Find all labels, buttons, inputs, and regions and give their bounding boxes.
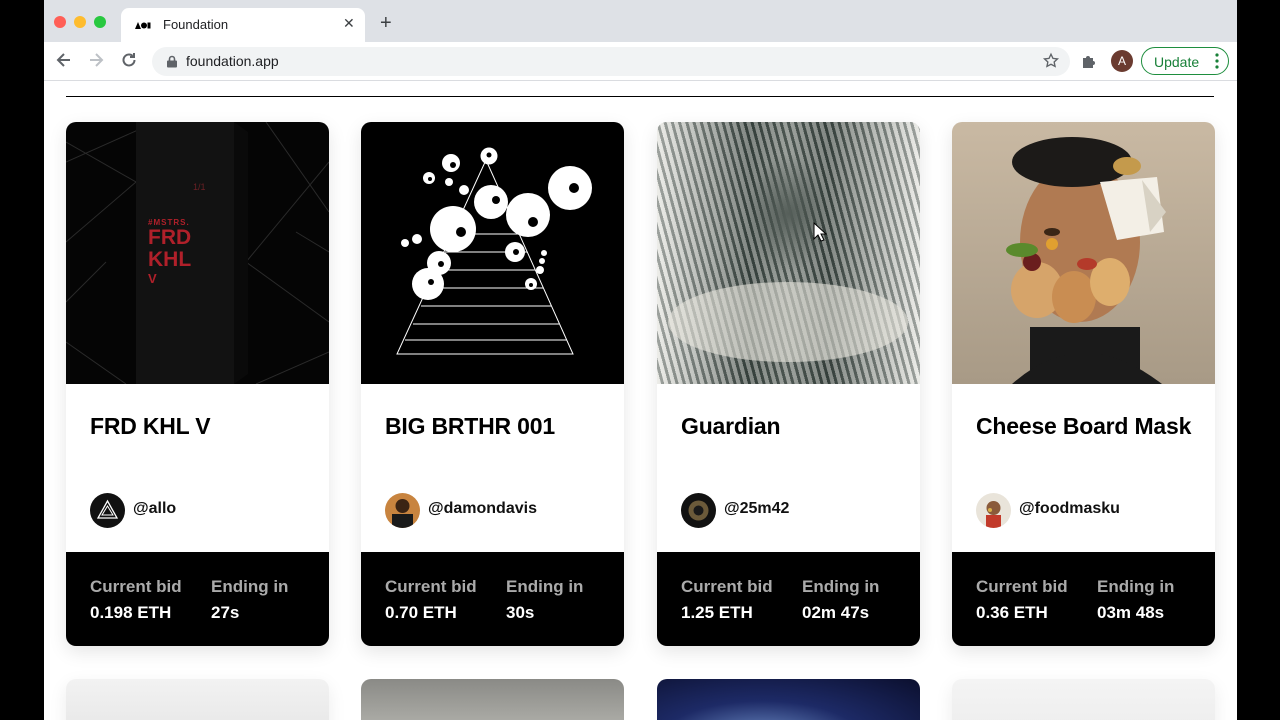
current-bid-label: Current bid [681, 577, 773, 596]
artwork-image [361, 122, 624, 384]
profile-avatar[interactable]: A [1111, 50, 1133, 72]
creator-handle[interactable]: @allo [133, 500, 176, 518]
auction-info: Current bid 0.36 ETH Ending in 03m 48s [952, 552, 1215, 646]
reload-icon[interactable] [119, 50, 139, 70]
artwork-title[interactable]: BIG BRTHR 001 [385, 411, 605, 441]
current-bid-label: Current bid [90, 577, 182, 596]
creator-handle[interactable]: @damondavis [428, 500, 537, 518]
update-label: Update [1154, 54, 1200, 70]
artwork-card-next[interactable] [952, 679, 1215, 720]
current-bid-value: 0.198 ETH [90, 603, 172, 622]
avatar[interactable] [976, 493, 1011, 528]
current-bid-value: 1.25 ETH [681, 603, 753, 622]
update-button[interactable]: Update [1141, 47, 1229, 75]
artwork-card-next[interactable] [361, 679, 624, 720]
ending-in-label: Ending in [211, 577, 289, 596]
creator-handle[interactable]: @foodmasku [1019, 500, 1120, 518]
current-bid-label: Current bid [976, 577, 1068, 596]
minimize-window-button[interactable] [74, 16, 86, 28]
artwork-title[interactable]: Guardian [681, 411, 901, 441]
art-logo-text: #MSTRS. FRD KHL V [148, 218, 192, 286]
browser-toolbar: foundation.app A Update [44, 42, 1237, 81]
avatar[interactable] [681, 493, 716, 528]
auction-info: Current bid 0.70 ETH Ending in 30s [361, 552, 624, 646]
artwork-image [952, 122, 1215, 384]
browser-tab[interactable]: Foundation ✕ [121, 8, 365, 42]
current-bid-value: 0.70 ETH [385, 603, 457, 622]
avatar[interactable] [90, 493, 125, 528]
url-text: foundation.app [186, 53, 279, 69]
close-window-button[interactable] [54, 16, 66, 28]
tab-title: Foundation [163, 17, 229, 32]
foundation-favicon-icon [135, 22, 151, 29]
artwork-card[interactable]: Guardian @25m42 Current bid 1.25 ETH End… [657, 122, 920, 646]
auction-info: Current bid 0.198 ETH Ending in 27s [66, 552, 329, 646]
ending-in-label: Ending in [802, 577, 880, 596]
artwork-card-next[interactable] [657, 679, 920, 720]
section-divider [66, 96, 1214, 97]
artwork-card[interactable]: BIG BRTHR 001 @damondavis Current bid 0.… [361, 122, 624, 646]
art-edition-text: 1/1 [193, 182, 206, 192]
avatar[interactable] [385, 493, 420, 528]
page-content: #MSTRS. FRD KHL V 1/1 FRD KHL V @allo Cu… [44, 81, 1237, 720]
kebab-menu-icon[interactable] [1215, 53, 1219, 69]
star-icon[interactable] [1042, 52, 1060, 70]
artwork-image [657, 122, 920, 384]
maximize-window-button[interactable] [94, 16, 106, 28]
forward-arrow-icon[interactable] [86, 50, 106, 70]
back-arrow-icon[interactable] [54, 50, 74, 70]
ending-in-value: 02m 47s [802, 603, 870, 622]
artwork-title[interactable]: Cheese Board Mask [976, 411, 1196, 441]
artwork-image: #MSTRS. FRD KHL V 1/1 [66, 122, 329, 384]
ending-in-label: Ending in [506, 577, 584, 596]
artwork-card[interactable]: #MSTRS. FRD KHL V 1/1 FRD KHL V @allo Cu… [66, 122, 329, 646]
current-bid-value: 0.36 ETH [976, 603, 1048, 622]
ending-in-value: 27s [211, 603, 240, 622]
ending-in-label: Ending in [1097, 577, 1175, 596]
ending-in-value: 03m 48s [1097, 603, 1165, 622]
current-bid-label: Current bid [385, 577, 477, 596]
artwork-card[interactable]: Cheese Board Mask @foodmasku Current bid… [952, 122, 1215, 646]
lock-icon [167, 55, 177, 68]
auction-info: Current bid 1.25 ETH Ending in 02m 47s [657, 552, 920, 646]
ending-in-value: 30s [506, 603, 535, 622]
artwork-card-next[interactable] [66, 679, 329, 720]
tab-strip: Foundation ✕ + [44, 0, 1237, 42]
artwork-title[interactable]: FRD KHL V [90, 411, 310, 441]
close-icon[interactable]: ✕ [343, 16, 355, 30]
address-bar[interactable]: foundation.app [152, 47, 1070, 76]
plus-icon[interactable]: + [380, 13, 392, 33]
browser-window: Foundation ✕ + foundation.app A Update #… [44, 0, 1237, 720]
creator-handle[interactable]: @25m42 [724, 500, 789, 518]
puzzle-extension-icon[interactable] [1080, 53, 1098, 71]
